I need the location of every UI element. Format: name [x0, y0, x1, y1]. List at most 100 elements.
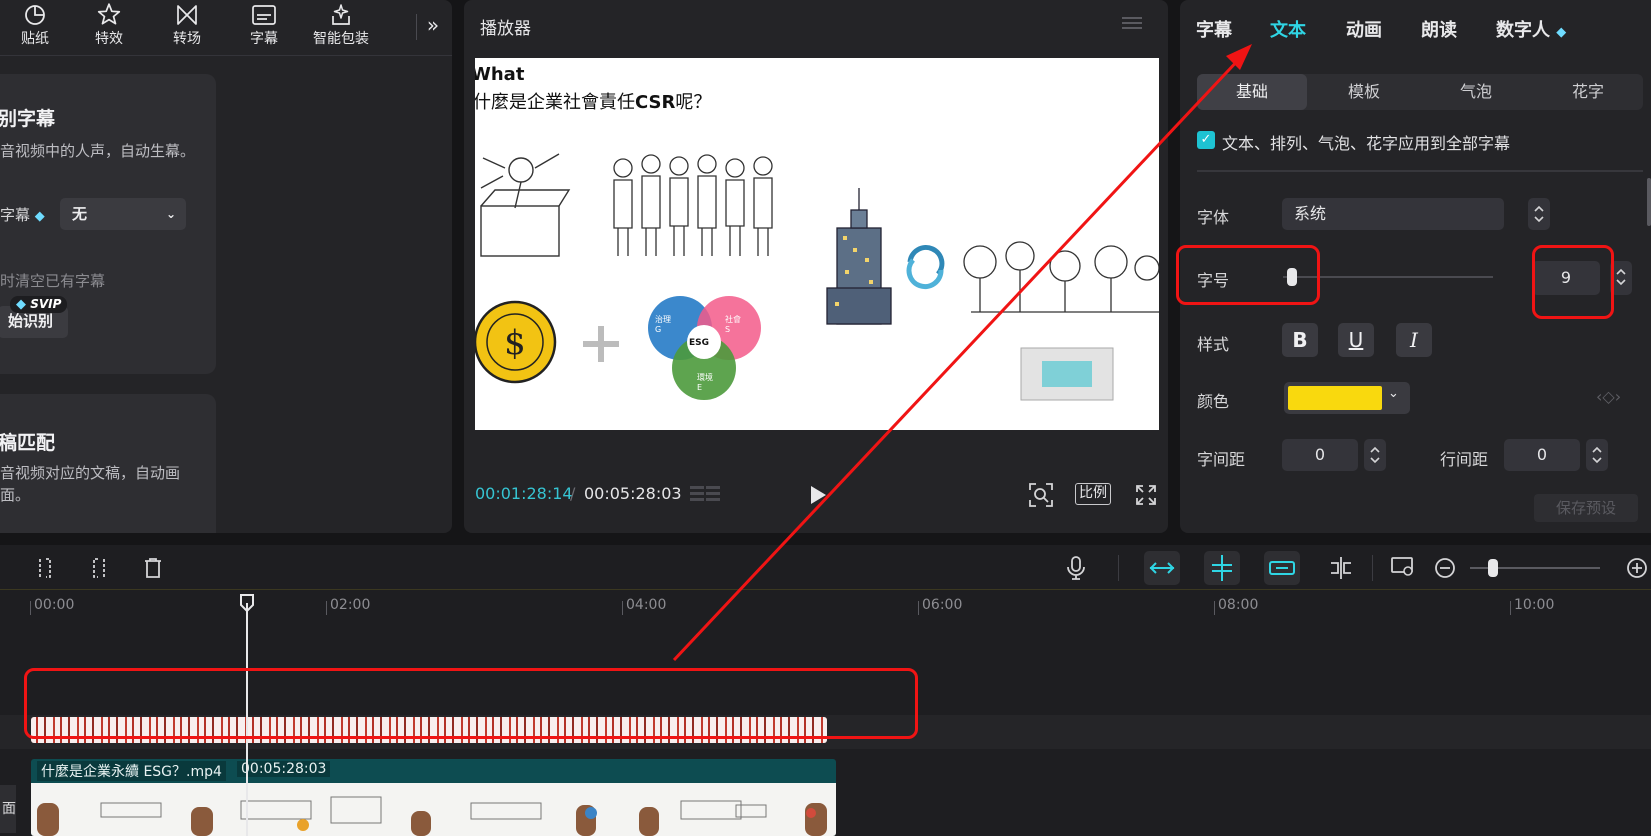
panel-scrollbar[interactable]	[1647, 178, 1651, 226]
subtab-bubble[interactable]: 气泡	[1421, 74, 1531, 110]
font-stepper[interactable]	[1528, 198, 1550, 230]
tab-text[interactable]: 文本	[1270, 16, 1306, 42]
save-preset-button[interactable]: 保存预设	[1534, 494, 1638, 522]
frame-illustration: $	[475, 153, 1159, 401]
split-preview-icon[interactable]	[1328, 555, 1354, 581]
video-thumbnails	[31, 783, 836, 836]
tab-subtitle[interactable]: 字幕	[1196, 16, 1232, 42]
total-time: 00:05:28:03	[584, 484, 682, 503]
bilingual-select[interactable]: 无 ⌄	[60, 198, 186, 230]
stepper-arrows-icon	[1616, 268, 1626, 286]
main-track-magnet-button[interactable]	[1144, 551, 1180, 585]
ruler-label: 02:00	[330, 597, 371, 613]
underline-button[interactable]: U	[1338, 323, 1374, 357]
text-subtabs: 基础 模板 气泡 花字	[1197, 74, 1643, 110]
split-left-icon[interactable]	[36, 557, 56, 579]
zoom-fit-icon[interactable]	[1028, 482, 1054, 508]
fullscreen-icon[interactable]	[1134, 483, 1158, 507]
style-label: 样式	[1197, 335, 1230, 354]
auto-subtitle-card: 别字幕 音视频中的人声，自动生幕。 字幕 ◆ 无 ⌄ 时清空已有字幕 始识别 ◆ …	[0, 74, 216, 374]
card-title: 别字幕	[0, 108, 56, 130]
annotation-highlight-size-value	[1532, 245, 1614, 319]
keyframe-icon[interactable]: ‹◇›	[1596, 387, 1621, 406]
toolbar-subtitle[interactable]: 字幕	[229, 0, 299, 56]
ruler-label: 10:00	[1514, 597, 1555, 613]
subtab-fancy-text[interactable]: 花字	[1533, 74, 1643, 110]
color-swatch	[1288, 386, 1382, 410]
zoom-in-icon[interactable]	[1626, 557, 1648, 579]
svg-text:$: $	[504, 323, 526, 363]
italic-button[interactable]: I	[1396, 323, 1432, 357]
font-label: 字体	[1197, 208, 1230, 227]
tab-read-aloud[interactable]: 朗读	[1421, 16, 1457, 42]
esg-social-label: 社會 S	[725, 315, 741, 334]
split-right-icon[interactable]	[88, 557, 108, 579]
ruler-tick	[918, 601, 919, 615]
tab-animation[interactable]: 动画	[1346, 16, 1382, 42]
subtab-basic[interactable]: 基础	[1197, 74, 1307, 110]
subtitle-icon	[229, 0, 299, 30]
annotation-highlight-subtitle-track	[24, 668, 918, 739]
font-select[interactable]: 系统	[1282, 198, 1504, 230]
grid-icon[interactable]	[690, 484, 720, 504]
menu-icon[interactable]	[1122, 14, 1142, 32]
ruler-tick	[1510, 601, 1511, 615]
apply-all-checkbox[interactable]: ✓	[1197, 131, 1215, 149]
start-recognition-label: 始识别	[8, 312, 54, 330]
media-toolbar: 贴纸 特效 转场 字幕 智能包装 »	[0, 0, 452, 56]
esg-environment-label: 環境 E	[697, 373, 713, 392]
auto-snap-button[interactable]	[1204, 551, 1240, 585]
bilingual-label: 字幕 ◆	[0, 206, 45, 224]
line-spacing-label: 行间距	[1440, 450, 1489, 469]
annotation-highlight-font-size	[1176, 245, 1320, 305]
stepper-arrows-icon	[1534, 205, 1544, 223]
ruler-tick	[326, 601, 327, 615]
subtab-template[interactable]: 模板	[1309, 74, 1419, 110]
chevron-down-icon: ⌄	[165, 207, 176, 221]
diamond-icon: ◆	[16, 297, 26, 312]
preview-axis-icon[interactable]	[1390, 555, 1416, 579]
link-icon	[1269, 561, 1295, 575]
video-preview[interactable]: What 什麼是企業社會責任CSR呢？ $ ESG 治理 G 社會 S 環境 E	[475, 58, 1159, 430]
char-spacing-stepper[interactable]	[1364, 439, 1386, 471]
toolbar-effects[interactable]: 特效	[74, 0, 144, 56]
color-picker[interactable]: ⌄	[1284, 382, 1410, 414]
line-spacing-input[interactable]: 0	[1504, 439, 1580, 471]
stepper-arrows-icon	[1592, 446, 1602, 464]
video-clip[interactable]: 什麼是企業永續 ESG？.mp4 00:05:28:03	[31, 759, 836, 836]
player-panel: 播放器 What 什麼是企業社會責任CSR呢？ $ ESG 治理 G 社會 S …	[464, 0, 1168, 533]
clear-existing-option[interactable]: 时清空已有字幕	[0, 270, 105, 291]
linkage-button[interactable]	[1264, 551, 1300, 585]
card-description: 音视频中的人声，自动生幕。	[0, 142, 196, 160]
delete-icon[interactable]	[142, 557, 164, 579]
line-spacing-stepper[interactable]	[1586, 439, 1608, 471]
ruler-label: 06:00	[922, 597, 963, 613]
divider	[1197, 170, 1643, 172]
zoom-out-icon[interactable]	[1434, 557, 1456, 579]
aspect-ratio-button[interactable]: 比例	[1075, 483, 1111, 505]
bold-button[interactable]: B	[1282, 323, 1318, 357]
toolbar-smart-pack[interactable]: 智能包装	[306, 0, 376, 56]
toolbar-subtitle-label: 字幕	[250, 31, 278, 47]
tab-digital-human[interactable]: 数字人 ◆	[1496, 16, 1566, 42]
stepper-arrows-icon	[1370, 446, 1380, 464]
toolbar-sticker[interactable]: 贴纸	[0, 0, 70, 56]
esg-governance-label: 治理 G	[655, 315, 671, 334]
video-clip-duration: 00:05:28:03	[237, 761, 331, 777]
magnet-link-icon	[1149, 562, 1175, 574]
zoom-slider-handle[interactable]	[1488, 559, 1498, 577]
thumbnail-strip	[37, 796, 827, 836]
microphone-icon[interactable]	[1066, 555, 1086, 581]
toolbar-transition[interactable]: 转场	[152, 0, 222, 56]
timeline-toolbar	[0, 545, 1651, 589]
diamond-icon: ◆	[34, 209, 45, 224]
char-spacing-input[interactable]: 0	[1282, 439, 1358, 471]
play-icon[interactable]	[808, 484, 828, 506]
playhead-handle-icon[interactable]	[239, 593, 255, 613]
expand-toolbar-button[interactable]: »	[416, 12, 448, 40]
cover-button[interactable]: 面	[0, 785, 16, 833]
check-icon: ✓	[1200, 132, 1212, 147]
card-title: 稿匹配	[0, 432, 56, 454]
toolbar-transition-label: 转场	[173, 31, 201, 47]
double-chevron-icon: »	[426, 13, 440, 37]
